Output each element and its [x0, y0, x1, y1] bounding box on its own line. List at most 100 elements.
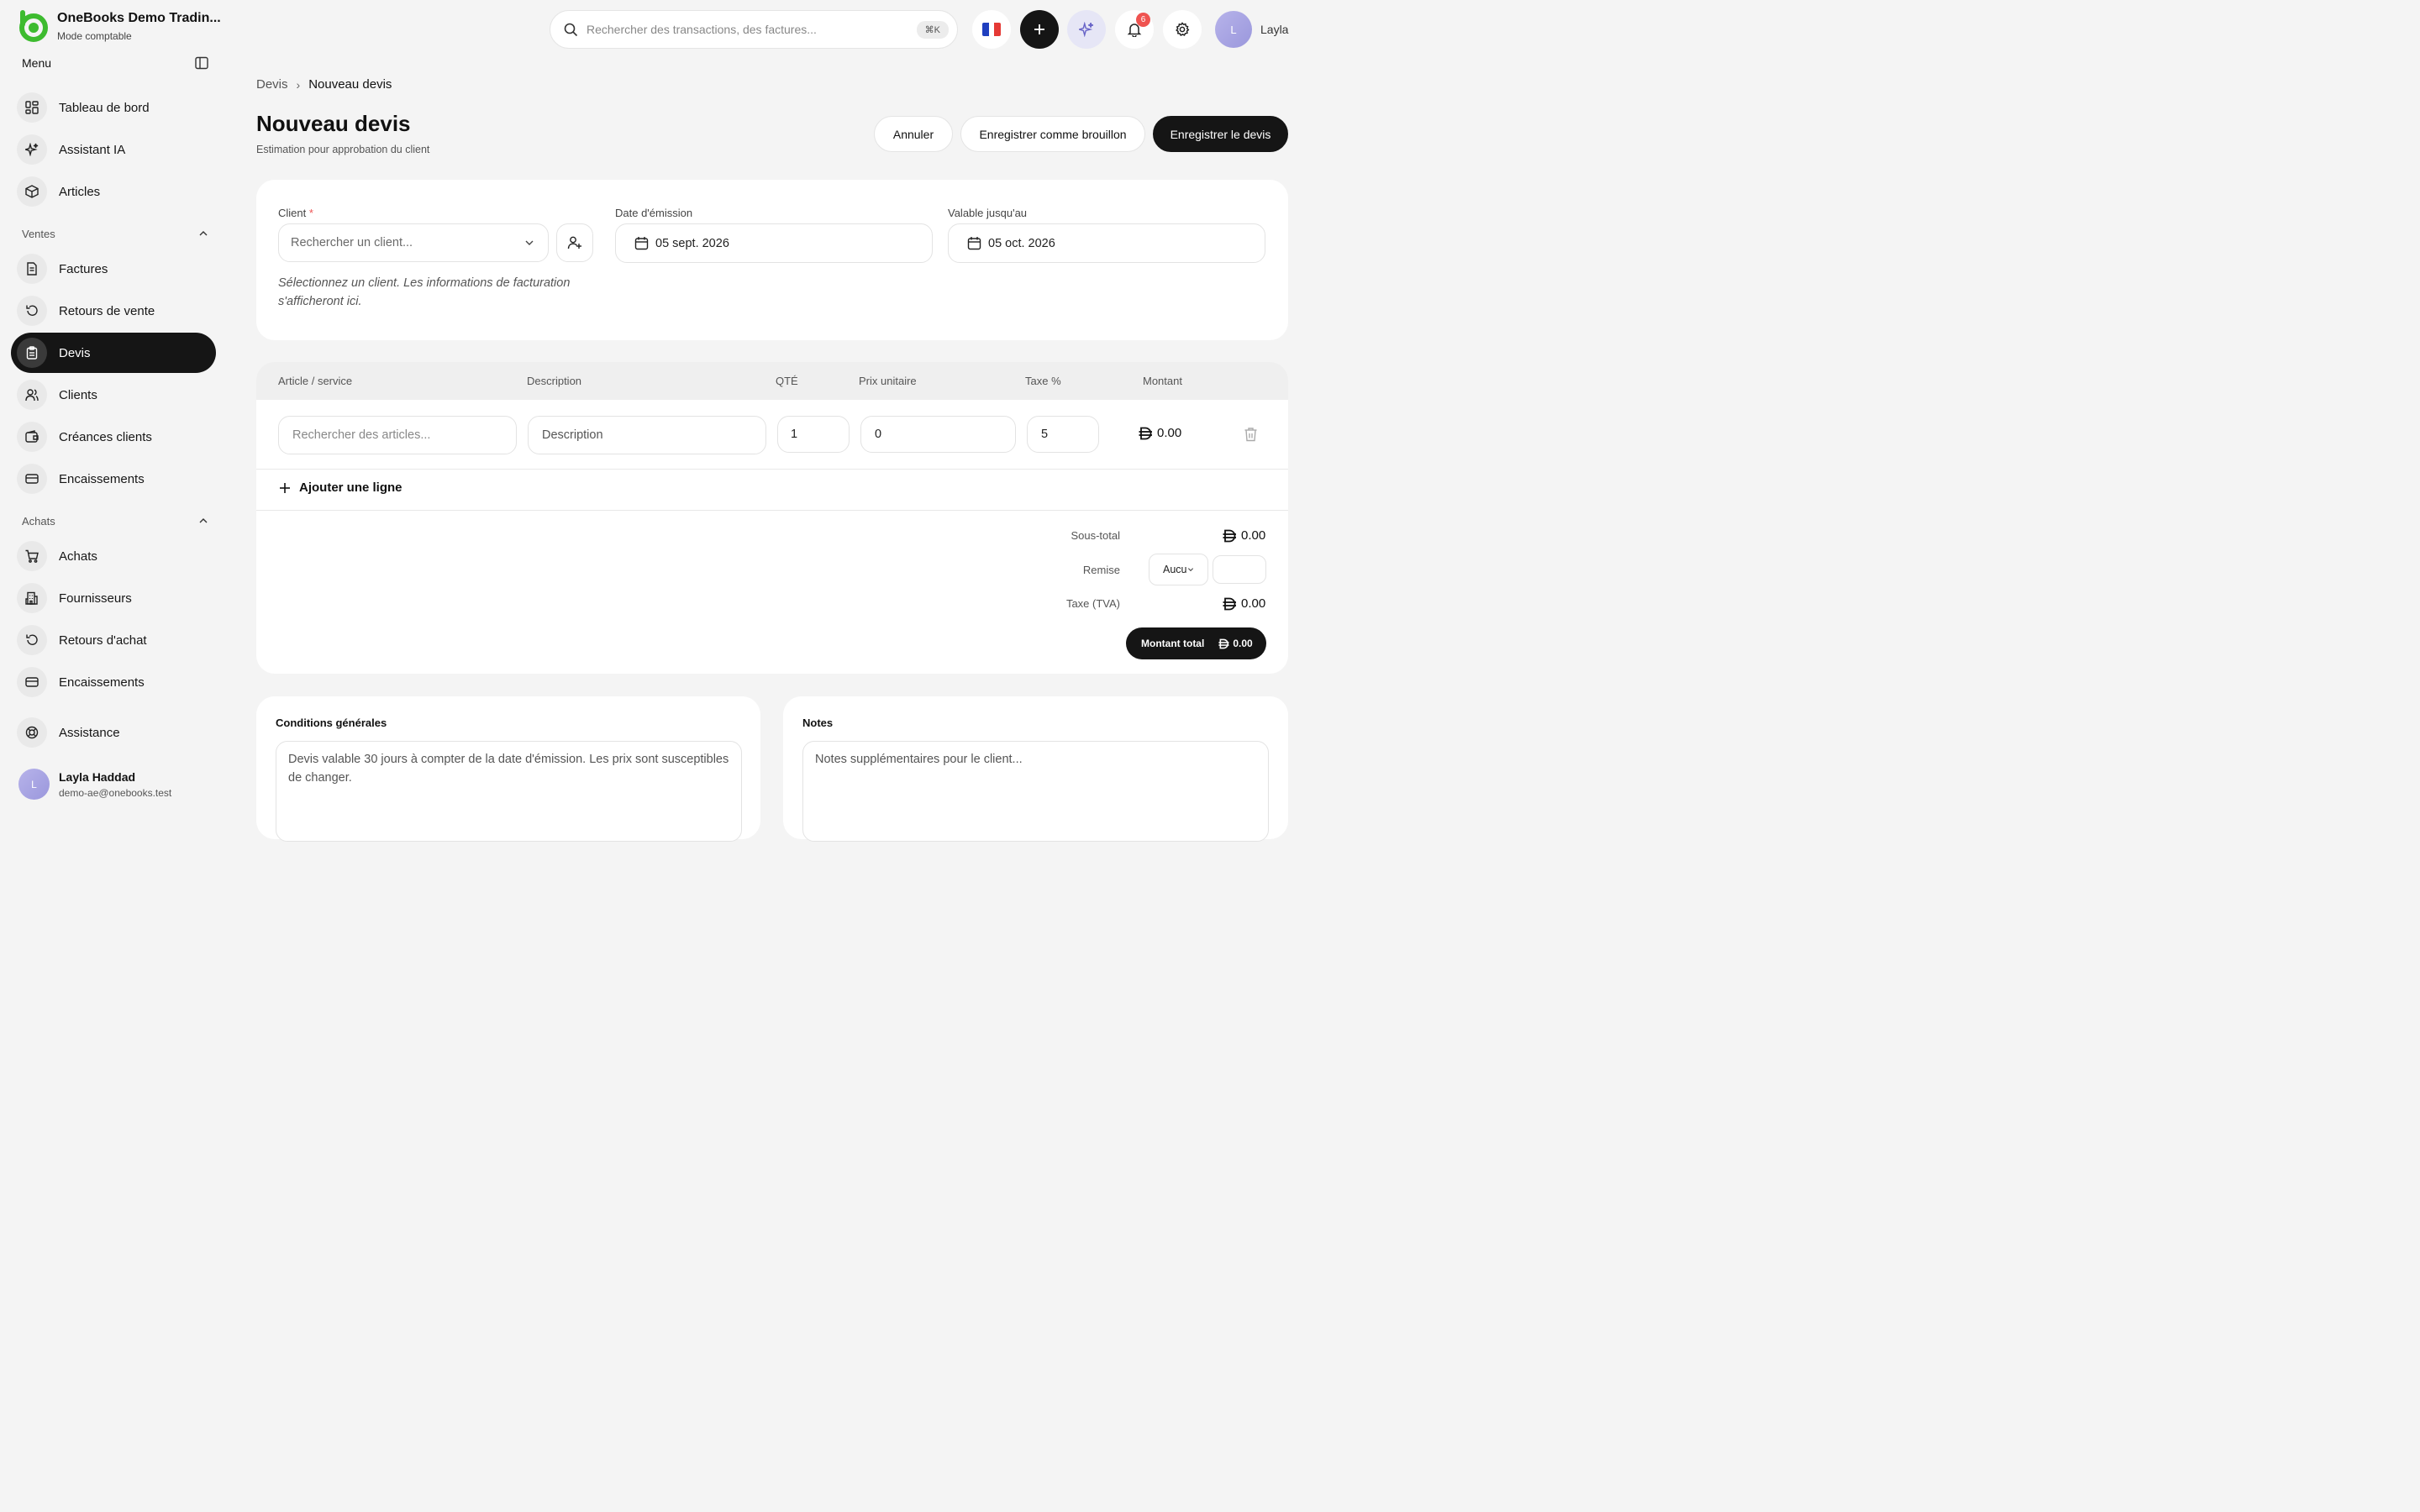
issue-date-field[interactable]: 05 sept. 2026	[615, 223, 933, 263]
save-draft-button[interactable]: Enregistrer comme brouillon	[960, 116, 1145, 152]
save-quote-button[interactable]: Enregistrer le devis	[1153, 116, 1288, 152]
create-button[interactable]	[1020, 10, 1059, 49]
sidebar: OneBooks Demo Tradin... Mode comptable M…	[0, 0, 227, 823]
trash-icon[interactable]	[1244, 427, 1258, 442]
notification-badge: 6	[1136, 13, 1150, 27]
sidebar-item-clients[interactable]: Clients	[11, 375, 216, 415]
wallet-icon	[17, 422, 47, 452]
add-line-button[interactable]: Ajouter une ligne	[279, 480, 402, 495]
avatar: L	[1215, 11, 1252, 48]
sidebar-item-label: Fournisseurs	[59, 591, 132, 606]
sidebar-item-label: Créances clients	[59, 429, 152, 444]
ai-assistant-button[interactable]	[1067, 10, 1106, 49]
unit-price-input[interactable]: 0	[860, 416, 1016, 453]
cart-icon	[17, 541, 47, 571]
calendar-icon	[967, 236, 981, 250]
user-profile[interactable]: L Layla Haddad demo-ae@onebooks.test	[18, 769, 171, 800]
description-input[interactable]: Description	[528, 416, 766, 454]
discount-type-select[interactable]: Aucu	[1149, 554, 1208, 585]
subtotal-value: 0.00	[1241, 528, 1266, 543]
row-amount-value: 0.00	[1157, 426, 1182, 440]
total-amount-badge: Montant total 0.00	[1126, 627, 1266, 659]
user-menu[interactable]: L Layla	[1215, 11, 1288, 48]
terms-title: Conditions générales	[276, 717, 387, 729]
sidebar-item-purchases[interactable]: Achats	[11, 536, 216, 576]
article-search-input[interactable]: Rechercher des articles...	[278, 416, 517, 454]
user-name: Layla	[1260, 23, 1289, 36]
sidebar-item-dashboard[interactable]: Tableau de bord	[11, 87, 216, 128]
section-title: Ventes	[22, 227, 55, 240]
sidebar-item-support[interactable]: Assistance	[11, 712, 216, 753]
card-icon	[17, 667, 47, 697]
sidebar-item-suppliers[interactable]: Fournisseurs	[11, 578, 216, 618]
sidebar-item-sales-returns[interactable]: Retours de vente	[11, 291, 216, 331]
valid-until-value: 05 oct. 2026	[988, 236, 1055, 250]
sidebar-item-ai-assistant[interactable]: Assistant IA	[11, 129, 216, 170]
search-icon	[564, 23, 578, 37]
column-header: QTÉ	[776, 375, 798, 387]
plus-icon	[1034, 24, 1044, 34]
discount-value-input[interactable]	[1213, 555, 1266, 584]
chevron-up-icon[interactable]	[198, 516, 208, 526]
add-client-button[interactable]	[556, 223, 593, 262]
chevron-right-icon: ›	[296, 77, 301, 92]
global-search[interactable]: Rechercher des transactions, des facture…	[550, 10, 958, 49]
row-amount: 0.00	[1139, 426, 1181, 440]
clipboard-icon	[17, 338, 47, 368]
mode-label: Mode comptable	[57, 29, 132, 42]
language-button[interactable]	[972, 10, 1011, 49]
sidebar-item-label: Encaissements	[59, 471, 145, 486]
valid-until-field[interactable]: 05 oct. 2026	[948, 223, 1265, 263]
breadcrumb: Devis › Nouveau devis	[256, 77, 392, 92]
return-icon	[17, 625, 47, 655]
brand[interactable]: OneBooks Demo Tradin... Mode comptable	[17, 10, 221, 42]
search-input[interactable]: Rechercher des transactions, des facture…	[587, 23, 917, 36]
client-select[interactable]: Rechercher un client...	[278, 223, 549, 262]
terms-textarea[interactable]: Devis valable 30 jours à compter de la d…	[276, 741, 742, 842]
discount-label: Remise	[1082, 564, 1120, 576]
profile-name: Layla Haddad	[59, 769, 136, 784]
qty-input[interactable]: 1	[777, 416, 850, 453]
breadcrumb-parent[interactable]: Devis	[256, 77, 288, 92]
sidebar-item-quotes[interactable]: Devis	[11, 333, 216, 373]
sidebar-item-collections-sales[interactable]: Encaissements	[11, 459, 216, 499]
sidebar-item-receivables[interactable]: Créances clients	[11, 417, 216, 457]
column-header: Taxe %	[1025, 375, 1061, 387]
chevron-up-icon[interactable]	[198, 228, 208, 239]
sidebar-item-label: Assistant IA	[59, 142, 126, 157]
dirham-icon	[1223, 597, 1236, 610]
column-header: Montant	[1143, 375, 1182, 387]
sidebar-item-collections-purchases[interactable]: Encaissements	[11, 662, 216, 702]
issue-date-value: 05 sept. 2026	[655, 236, 729, 250]
section-sales[interactable]: Ventes	[22, 225, 208, 242]
page-subtitle: Estimation pour approbation du client	[256, 144, 430, 155]
sparkle-icon	[1079, 22, 1094, 37]
cancel-button[interactable]: Annuler	[874, 116, 953, 152]
divider	[256, 469, 1288, 470]
menu-header: Menu	[22, 54, 208, 72]
dirham-icon	[1223, 529, 1236, 542]
issue-date-label: Date d'émission	[615, 207, 693, 219]
sidebar-toggle-icon[interactable]	[195, 56, 208, 70]
page-title: Nouveau devis	[256, 111, 411, 136]
notifications-button[interactable]: 6	[1115, 10, 1154, 49]
sidebar-item-articles[interactable]: Articles	[11, 171, 216, 212]
avatar: L	[18, 769, 50, 800]
tax-value: 5	[1041, 428, 1049, 441]
sidebar-item-label: Retours d'achat	[59, 633, 147, 648]
tax-total-value: 0.00	[1241, 596, 1266, 611]
tax-input[interactable]: 5	[1027, 416, 1099, 453]
subtotal-label: Sous-total	[1071, 529, 1120, 542]
breadcrumb-current: Nouveau devis	[308, 77, 392, 92]
chevron-down-icon	[524, 238, 534, 248]
notes-textarea[interactable]: Notes supplémentaires pour le client...	[802, 741, 1269, 842]
valid-until-label: Valable jusqu'au	[948, 207, 1028, 219]
chevron-down-icon	[1187, 566, 1194, 573]
total-label: Montant total	[1141, 638, 1205, 649]
sidebar-item-invoices[interactable]: Factures	[11, 249, 216, 289]
sidebar-item-purchase-returns[interactable]: Retours d'achat	[11, 620, 216, 660]
settings-button[interactable]	[1163, 10, 1202, 49]
items-table-header: Article / service Description QTÉ Prix u…	[256, 362, 1288, 400]
section-purchases[interactable]: Achats	[22, 512, 208, 529]
sidebar-item-label: Tableau de bord	[59, 100, 150, 115]
